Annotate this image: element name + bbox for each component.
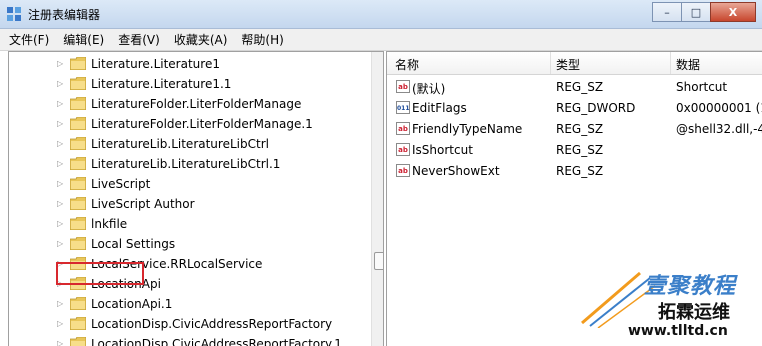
folder-icon	[70, 297, 86, 310]
expand-arrow-icon[interactable]: ▷	[57, 199, 63, 208]
tree-item[interactable]: ▷ Local Settings	[9, 234, 369, 254]
binary-value-icon: 011	[396, 101, 410, 114]
scrollbar-thumb[interactable]	[374, 252, 383, 270]
tree-item-label: LiveScript	[91, 177, 151, 191]
column-divider[interactable]	[670, 52, 671, 74]
value-type: REG_SZ	[556, 143, 604, 157]
tree-item[interactable]: ▷ LiteratureFolder.LiterFolderManage	[9, 94, 369, 114]
tree-item[interactable]: ▷ LiteratureLib.LiteratureLibCtrl.1	[9, 154, 369, 174]
title-bar: 注册表编辑器 – □ X	[0, 0, 762, 29]
tree-item-label: Literature.Literature1.1	[91, 77, 232, 91]
folder-icon	[70, 97, 86, 110]
window-controls: – □ X	[652, 2, 756, 22]
tree-item-label: Local Settings	[91, 237, 176, 251]
folder-icon	[70, 157, 86, 170]
tree-item-label: LocationApi.1	[91, 297, 173, 311]
menu-favorites[interactable]: 收藏夹(A)	[169, 31, 233, 48]
expand-arrow-icon[interactable]: ▷	[57, 239, 63, 248]
expand-arrow-icon[interactable]: ▷	[57, 159, 63, 168]
folder-icon	[70, 117, 86, 130]
registry-editor-icon	[7, 7, 21, 21]
tree-item[interactable]: ▷ LiveScript Author	[9, 194, 369, 214]
column-data-header[interactable]: 数据	[676, 56, 700, 73]
folder-icon	[70, 197, 86, 210]
folder-icon	[70, 217, 86, 230]
expand-arrow-icon[interactable]: ▷	[57, 299, 63, 308]
watermark-text-2: 拓霖运维	[658, 302, 730, 323]
expand-arrow-icon[interactable]: ▷	[57, 319, 63, 328]
string-value-icon: ab	[396, 122, 410, 135]
value-row[interactable]: ab IsShortcut REG_SZ	[387, 140, 762, 160]
watermark-text-1: 壹聚教程	[644, 274, 737, 299]
tree-item-label: LocationDisp.CivicAddressReportFactory	[91, 317, 333, 331]
value-row[interactable]: ab (默认) REG_SZ Shortcut	[387, 77, 762, 97]
value-type: REG_SZ	[556, 164, 604, 178]
value-name: IsShortcut	[412, 143, 473, 157]
tree-item-label: lnkfile	[91, 217, 128, 231]
tree-item-label: LiveScript Author	[91, 197, 195, 211]
expand-arrow-icon[interactable]: ▷	[57, 99, 63, 108]
value-name: EditFlags	[412, 101, 467, 115]
value-data: @shell32.dll,-4	[676, 122, 762, 136]
window-title: 注册表编辑器	[28, 8, 101, 22]
folder-icon	[70, 57, 86, 70]
tree-item[interactable]: ▷ LiveScript	[9, 174, 369, 194]
watermark-url: www.tlltd.cn	[628, 323, 728, 339]
menu-edit[interactable]: 编辑(E)	[58, 31, 109, 48]
tree-item-label: LiteratureFolder.LiterFolderManage.1	[91, 117, 313, 131]
expand-arrow-icon[interactable]: ▷	[57, 79, 63, 88]
tree-scrollbar[interactable]	[371, 52, 383, 346]
tree-item-label: Literature.Literature1	[91, 57, 220, 71]
value-data: Shortcut	[676, 80, 728, 94]
menu-file[interactable]: 文件(F)	[4, 31, 54, 48]
column-type-header[interactable]: 类型	[556, 56, 580, 73]
value-name: FriendlyTypeName	[412, 122, 523, 136]
tree-item-label: LiteratureLib.LiteratureLibCtrl	[91, 137, 269, 151]
expand-arrow-icon[interactable]: ▷	[57, 219, 63, 228]
tree-item[interactable]: ▷ LocationDisp.CivicAddressReportFactory.…	[9, 334, 369, 346]
selected-key-highlight	[56, 262, 144, 285]
watermark: 壹聚教程 拓霖运维 www.tlltd.cn	[580, 268, 762, 345]
expand-arrow-icon[interactable]: ▷	[57, 119, 63, 128]
expand-arrow-icon[interactable]: ▷	[57, 179, 63, 188]
value-row[interactable]: ab NeverShowExt REG_SZ	[387, 161, 762, 181]
value-type: REG_SZ	[556, 80, 604, 94]
menu-view[interactable]: 查看(V)	[113, 31, 165, 48]
value-type: REG_DWORD	[556, 101, 636, 115]
expand-arrow-icon[interactable]: ▷	[57, 59, 63, 68]
tree-item[interactable]: ▷ LiteratureFolder.LiterFolderManage.1	[9, 114, 369, 134]
value-row[interactable]: ab FriendlyTypeName REG_SZ @shell32.dll,-4	[387, 119, 762, 139]
folder-icon	[70, 77, 86, 90]
tree-item[interactable]: ▷ LocationDisp.CivicAddressReportFactory	[9, 314, 369, 334]
tree-item-label: LiteratureLib.LiteratureLibCtrl.1	[91, 157, 281, 171]
string-value-icon: ab	[396, 164, 410, 177]
key-tree-pane: ▷ Literature.Literature1 ▷ Literature.Liter…	[8, 51, 384, 346]
value-name: NeverShowExt	[412, 164, 500, 178]
folder-icon	[70, 237, 86, 250]
tree-item[interactable]: ▷ Literature.Literature1.1	[9, 74, 369, 94]
menu-help[interactable]: 帮助(H)	[236, 31, 288, 48]
column-name-header[interactable]: 名称	[395, 56, 419, 73]
value-name: (默认)	[412, 82, 446, 96]
tree-item[interactable]: ▷ LiteratureLib.LiteratureLibCtrl	[9, 134, 369, 154]
string-value-icon: ab	[396, 80, 410, 93]
tree-item-label: LiteratureFolder.LiterFolderManage	[91, 97, 302, 111]
folder-icon	[70, 317, 86, 330]
value-type: REG_SZ	[556, 122, 604, 136]
expand-arrow-icon[interactable]: ▷	[57, 139, 63, 148]
close-button[interactable]: X	[710, 2, 756, 22]
folder-icon	[70, 177, 86, 190]
menu-bar: 文件(F) 编辑(E) 查看(V) 收藏夹(A) 帮助(H)	[0, 29, 762, 51]
tree-item[interactable]: ▷ Literature.Literature1	[9, 54, 369, 74]
folder-icon	[70, 137, 86, 150]
column-divider[interactable]	[550, 52, 551, 74]
maximize-button[interactable]: □	[681, 2, 711, 22]
value-data: 0x00000001 (1	[676, 101, 762, 115]
string-value-icon: ab	[396, 143, 410, 156]
tree-item[interactable]: ▷ lnkfile	[9, 214, 369, 234]
minimize-button[interactable]: –	[652, 2, 682, 22]
values-header: 名称 类型 数据	[387, 52, 762, 75]
tree-item[interactable]: ▷ LocationApi.1	[9, 294, 369, 314]
value-row[interactable]: 011 EditFlags REG_DWORD 0x00000001 (1	[387, 98, 762, 118]
